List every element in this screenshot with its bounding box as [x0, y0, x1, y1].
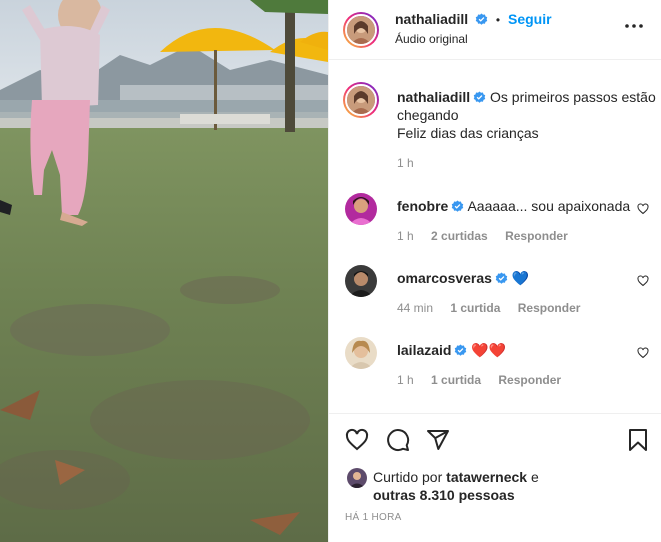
action-bar [329, 413, 661, 464]
liked-by-others[interactable]: outras 8.310 pessoas [373, 487, 515, 503]
caption-time[interactable]: 1 h [397, 156, 414, 170]
comment-item: omarcosveras 💙 44 min 1 curtida Responde… [329, 265, 661, 325]
post-panel: nathaliadill • Seguir Áudio original nat… [328, 0, 661, 542]
comment-text: Aaaaaa... sou apaixonada [467, 198, 631, 214]
reply-button[interactable]: Responder [505, 229, 568, 243]
comments-section[interactable]: nathaliadill Os primeiros passos estão c… [329, 60, 661, 413]
avatar-image [345, 193, 377, 225]
comment-likes[interactable]: 2 curtidas [431, 229, 488, 243]
heart-icon[interactable] [637, 275, 649, 287]
verified-icon [455, 344, 467, 356]
audio-label[interactable]: Áudio original [395, 32, 468, 46]
verified-icon [452, 200, 464, 212]
commenter-avatar[interactable] [345, 193, 377, 225]
verified-icon [473, 91, 486, 103]
caption-text-line2: chegando [397, 107, 459, 123]
more-options-icon[interactable] [624, 22, 644, 30]
liked-by-suffix: e [530, 469, 539, 485]
caption-text-line1: Os primeiros passos estão [490, 89, 656, 105]
like-heart-icon[interactable] [345, 428, 369, 452]
commenter-avatar[interactable] [345, 265, 377, 297]
separator-dot: • [495, 13, 501, 27]
bookmark-icon[interactable] [626, 428, 650, 452]
author-username[interactable]: nathaliadill [395, 11, 468, 27]
follow-button[interactable]: Seguir [508, 11, 552, 27]
caption: nathaliadill Os primeiros passos estão c… [329, 82, 661, 172]
commenter-avatar[interactable] [345, 337, 377, 369]
liker-avatar[interactable] [347, 468, 367, 488]
comment-likes[interactable]: 1 curtida [431, 373, 481, 387]
comment-item: lailazaid ❤️❤️ 1 h 1 curtida Responder [329, 337, 661, 397]
avatar-image [345, 337, 377, 369]
comment-icon[interactable] [386, 428, 410, 452]
avatar-image [347, 86, 375, 114]
avatar-image [347, 468, 367, 488]
comment-time[interactable]: 1 h [397, 373, 414, 387]
caption-avatar[interactable] [343, 82, 379, 118]
comment-time[interactable]: 1 h [397, 229, 414, 243]
verified-icon [475, 13, 488, 25]
post-timestamp[interactable]: HÁ 1 HORA [345, 512, 402, 523]
caption-username[interactable]: nathaliadill [397, 89, 470, 105]
comment-username[interactable]: omarcosveras [397, 270, 492, 286]
comment-likes[interactable]: 1 curtida [450, 301, 500, 315]
reply-button[interactable]: Responder [518, 301, 581, 315]
reply-button[interactable]: Responder [498, 373, 561, 387]
comment-username[interactable]: fenobre [397, 198, 448, 214]
comment-text: ❤️❤️ [471, 342, 507, 358]
comment-item: fenobre Aaaaaa... sou apaixonada 1 h 2 c… [329, 193, 661, 253]
share-icon[interactable] [426, 428, 450, 452]
liked-by-username[interactable]: tatawerneck [446, 469, 527, 485]
verified-icon [495, 272, 508, 284]
comment-time[interactable]: 44 min [397, 301, 433, 315]
post-photo [0, 0, 328, 542]
author-avatar[interactable] [343, 12, 379, 48]
comment-username[interactable]: lailazaid [397, 342, 451, 358]
liked-by-prefix: Curtido por [373, 469, 443, 485]
avatar-image [345, 265, 377, 297]
avatar-image [347, 16, 375, 44]
heart-icon[interactable] [637, 347, 649, 359]
post-media[interactable] [0, 0, 328, 542]
heart-icon[interactable] [637, 203, 649, 215]
comment-text: 💙 [511, 270, 530, 286]
caption-text-line3: Feliz dias das crianças [397, 125, 539, 141]
post-header: nathaliadill • Seguir Áudio original [329, 0, 661, 60]
